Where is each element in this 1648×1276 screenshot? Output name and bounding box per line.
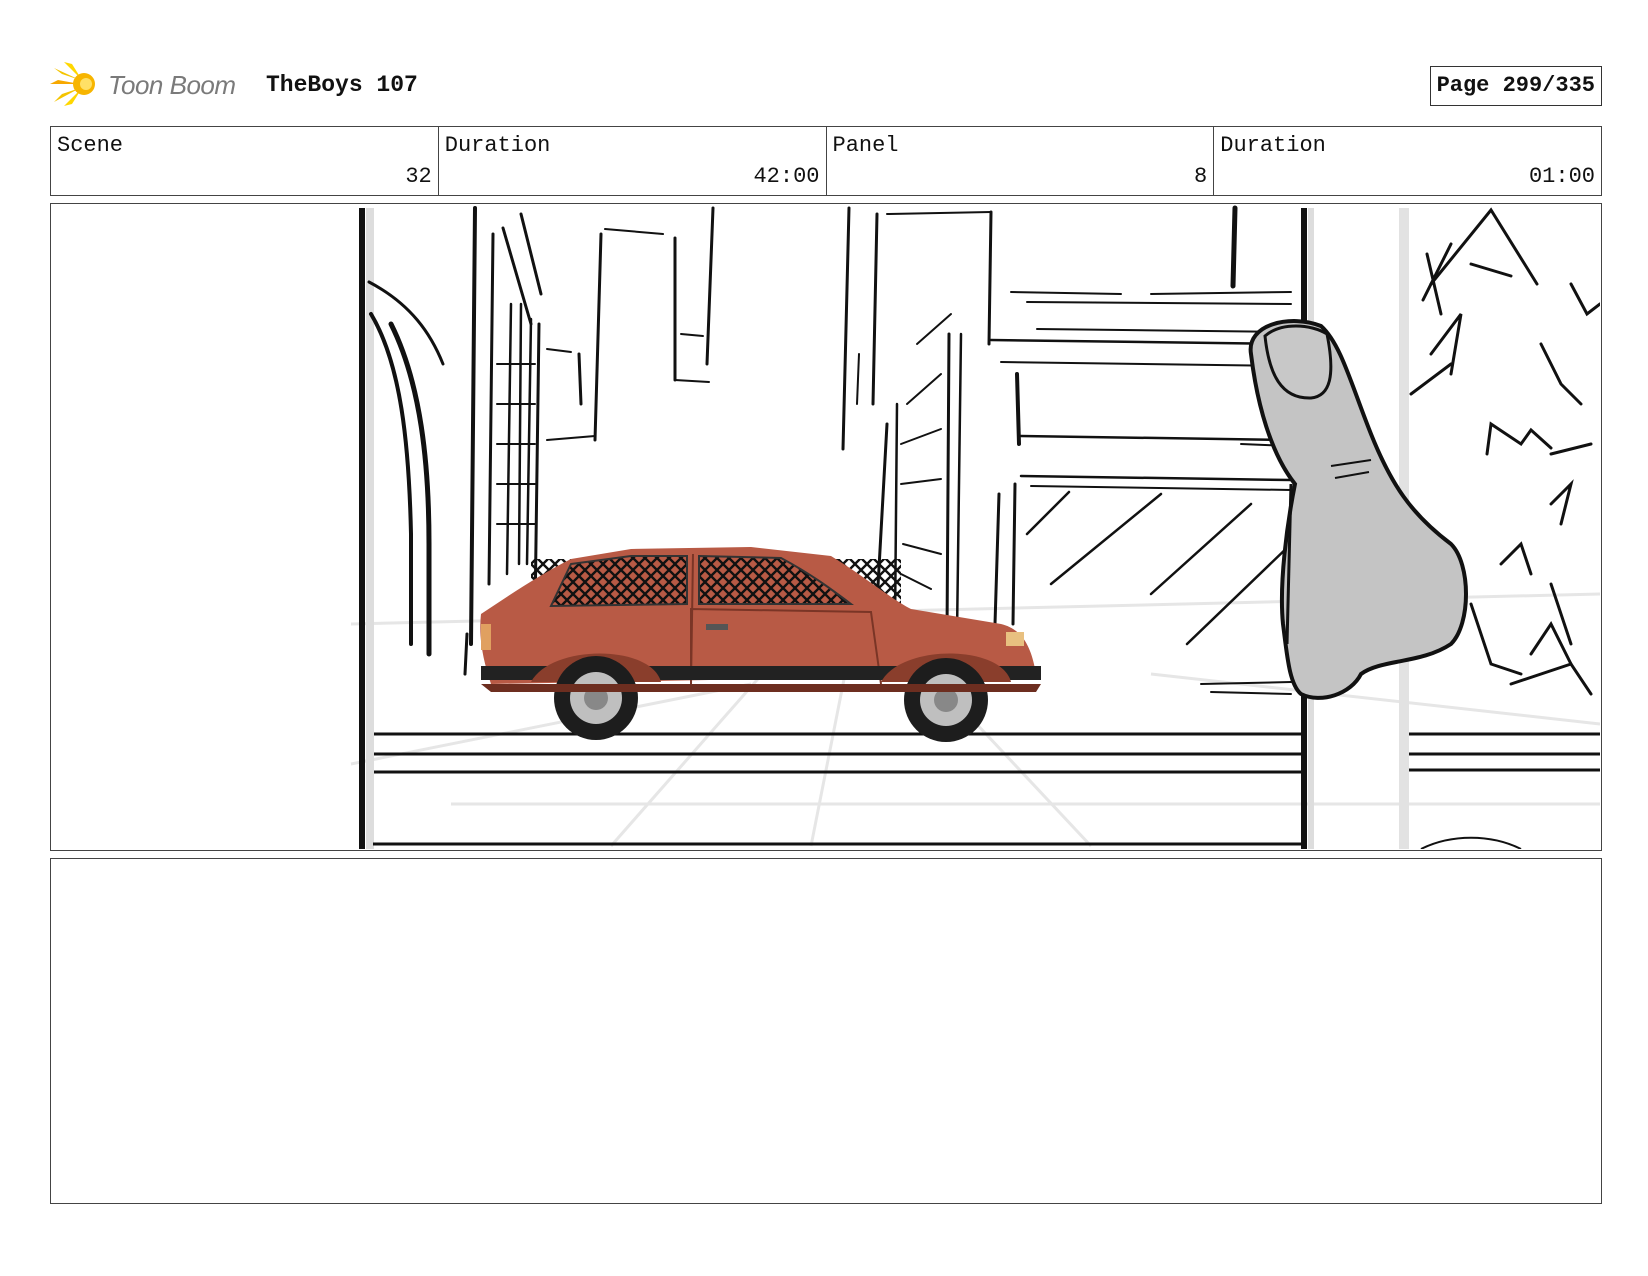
street-lines <box>374 732 1600 849</box>
scene-cell: Scene 32 <box>51 127 439 195</box>
scene-duration-value: 42:00 <box>753 164 820 189</box>
page-indicator: Page 299/335 <box>1429 66 1602 106</box>
car-rear-window <box>549 555 688 608</box>
car-door-handle <box>706 624 728 630</box>
storyboard-sketch <box>350 205 1600 849</box>
scene-label: Scene <box>57 133 124 158</box>
panel-cell: Panel 8 <box>827 127 1215 195</box>
arch-sketch <box>367 280 445 657</box>
panel-duration-label: Duration <box>1220 133 1326 158</box>
logo-text: Toon Boom <box>108 70 236 100</box>
toon-boom-logo: Toon Boom <box>50 60 250 108</box>
panel-label: Panel <box>832 133 899 158</box>
scene-duration-cell: Duration 42:00 <box>439 127 827 195</box>
project-title: TheBoys 107 <box>266 72 418 98</box>
page-header: Toon Boom TheBoys 107 Page 299/335 <box>50 56 1602 112</box>
scene-duration-label: Duration <box>444 133 551 158</box>
panel-duration-cell: Duration 01:00 <box>1214 127 1601 195</box>
panel-notes <box>50 858 1602 1204</box>
panel-value: 8 <box>1194 164 1208 189</box>
scene-value: 32 <box>405 164 432 189</box>
panel-duration-value: 01:00 <box>1528 164 1595 189</box>
sunburst-icon <box>50 62 95 106</box>
scene-info-table: Scene 32 Duration 42:00 Panel 8 Duration… <box>50 126 1602 196</box>
storyboard-panel <box>50 203 1602 851</box>
